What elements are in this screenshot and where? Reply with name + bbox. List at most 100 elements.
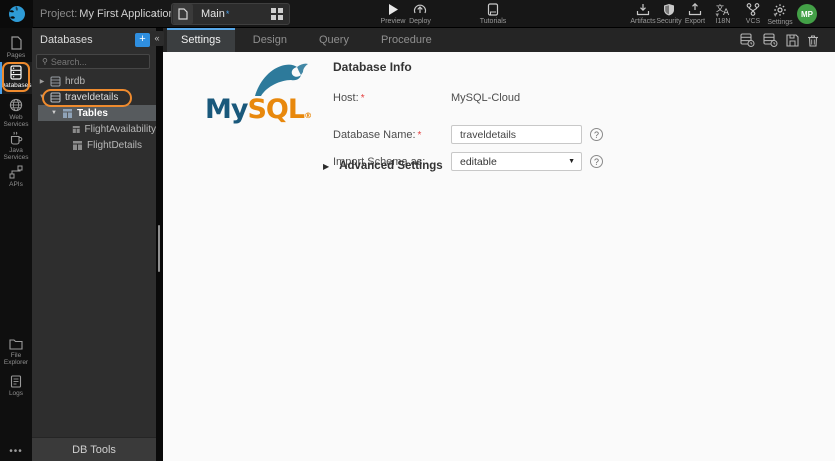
rail-item-databases[interactable]: Databases bbox=[0, 62, 32, 94]
tab-bar: Settings Design Query Procedure bbox=[163, 28, 835, 52]
svg-text:A: A bbox=[723, 8, 730, 16]
rail-label: Java Services bbox=[3, 147, 29, 161]
tree-item-tables[interactable]: ▼ Tables bbox=[38, 105, 156, 121]
logs-icon bbox=[10, 375, 22, 388]
save-icon[interactable] bbox=[786, 33, 799, 47]
expanded-arrow-icon[interactable]: ▼ bbox=[38, 94, 46, 100]
search-icon: ⚲ bbox=[42, 57, 48, 66]
import-schema-select[interactable]: editable ▼ bbox=[451, 152, 582, 171]
collapsed-arrow-icon[interactable]: ▶ bbox=[38, 78, 46, 85]
panel-collapse-button[interactable]: « bbox=[150, 31, 164, 46]
rail-more-button[interactable]: ••• bbox=[0, 446, 32, 457]
database-name-input[interactable] bbox=[451, 125, 582, 144]
mysql-dolphin-icon bbox=[255, 63, 308, 96]
java-services-coffee-icon bbox=[10, 131, 23, 145]
settings-button[interactable]: Settings ▾ bbox=[758, 3, 805, 26]
apis-connector-icon bbox=[9, 165, 23, 179]
import-schema-value: editable bbox=[460, 155, 497, 168]
settings-label: Settings bbox=[767, 19, 793, 26]
search-input[interactable] bbox=[50, 56, 137, 67]
page-icon bbox=[173, 4, 193, 24]
host-label: Host: * bbox=[333, 91, 365, 104]
collapsed-arrow-icon: ▶ bbox=[323, 161, 330, 171]
panel-divider bbox=[156, 28, 163, 461]
add-database-button[interactable]: + bbox=[135, 33, 150, 47]
table-icon bbox=[72, 125, 80, 133]
host-row: Host: * MySQL-Cloud bbox=[333, 88, 663, 107]
left-rail: Pages Databases Web Services Java Servic… bbox=[0, 28, 32, 461]
rail-item-logs[interactable]: Logs bbox=[0, 375, 32, 401]
rail-item-web-services[interactable]: Web Services bbox=[0, 98, 32, 128]
mysql-wordmark: MySQL® bbox=[205, 94, 312, 125]
tables-folder-icon bbox=[63, 108, 72, 118]
database-tree: ▶ hrdb ▼ traveldetails ▼ Tables FlightAv… bbox=[32, 73, 156, 153]
unsaved-indicator: * bbox=[225, 9, 230, 19]
required-marker: * bbox=[417, 129, 422, 141]
advanced-settings-toggle[interactable]: ▶ Advanced Settings bbox=[323, 160, 443, 172]
tab-actions bbox=[740, 28, 835, 52]
web-services-globe-icon bbox=[9, 98, 23, 112]
tree-item-label: Tables bbox=[77, 107, 108, 119]
db-sync-icon[interactable] bbox=[763, 33, 778, 47]
rail-label: Pages bbox=[6, 52, 26, 59]
tree-item-label: traveldetails bbox=[65, 91, 119, 103]
user-avatar[interactable]: MP bbox=[797, 4, 817, 24]
db-tools-button[interactable]: DB Tools bbox=[32, 437, 156, 461]
pages-icon bbox=[10, 36, 22, 50]
database-icon bbox=[50, 76, 61, 86]
databases-panel: Databases + ⚲ ▶ hrdb ▼ bbox=[32, 28, 156, 461]
rail-item-pages[interactable]: Pages bbox=[0, 36, 32, 62]
help-icon[interactable]: ? bbox=[590, 155, 603, 168]
tutorials-label: Tutorials bbox=[479, 18, 507, 25]
deploy-label: Deploy bbox=[409, 18, 431, 25]
app-window: Project: My First Application › Main * P… bbox=[0, 0, 835, 461]
tree-item-flightdetails[interactable]: FlightDetails bbox=[32, 137, 156, 153]
project-label: Project: bbox=[40, 8, 78, 20]
top-bar: Project: My First Application › Main * P… bbox=[0, 0, 835, 28]
required-marker: * bbox=[360, 92, 365, 104]
i18n-translate-icon: 文 A bbox=[716, 3, 730, 16]
tab-procedure[interactable]: Procedure bbox=[367, 28, 446, 52]
tab-design[interactable]: Design bbox=[239, 28, 301, 52]
panel-header: Databases + bbox=[32, 28, 156, 52]
rail-label: File Explorer bbox=[3, 352, 29, 366]
tutorials-button[interactable]: Tutorials bbox=[471, 3, 515, 25]
registered-mark: ® bbox=[304, 111, 312, 120]
tree-item-traveldetails[interactable]: ▼ traveldetails bbox=[32, 89, 156, 105]
tree-item-hrdb[interactable]: ▶ hrdb bbox=[32, 73, 156, 89]
page-selector[interactable]: Main * bbox=[171, 3, 290, 25]
help-icon[interactable]: ? bbox=[590, 128, 603, 141]
page-name: Main bbox=[201, 8, 225, 20]
panel-search[interactable]: ⚲ bbox=[36, 54, 150, 69]
database-name-label: Database Name: * bbox=[333, 128, 422, 141]
rail-item-apis[interactable]: APIs bbox=[0, 165, 32, 191]
rail-label: APIs bbox=[9, 181, 23, 188]
delete-icon[interactable] bbox=[807, 34, 819, 47]
breadcrumb-chevron-icon: › bbox=[153, 6, 157, 20]
scrollbar-thumb[interactable] bbox=[157, 225, 160, 272]
mysql-logo: MySQL® bbox=[205, 62, 335, 132]
mysql-wordmark-sql: SQL bbox=[247, 94, 305, 125]
tutorials-book-icon bbox=[487, 3, 499, 16]
wavemaker-logo-icon bbox=[8, 6, 25, 22]
select-caret-icon: ▼ bbox=[568, 158, 575, 165]
rail-label: Web Services bbox=[3, 114, 29, 128]
db-pull-icon[interactable] bbox=[740, 33, 755, 47]
rail-label: Databases bbox=[0, 82, 32, 89]
tab-query[interactable]: Query bbox=[305, 28, 363, 52]
active-indicator bbox=[0, 62, 2, 94]
databases-icon bbox=[10, 65, 22, 80]
app-logo[interactable] bbox=[0, 0, 33, 28]
grid-view-icon[interactable] bbox=[271, 8, 283, 20]
tree-item-flightavailability[interactable]: FlightAvailability bbox=[32, 121, 156, 137]
table-icon bbox=[73, 140, 82, 150]
tree-item-label: FlightAvailability bbox=[84, 123, 156, 135]
settings-gear-icon bbox=[774, 4, 786, 16]
deploy-button[interactable]: Deploy bbox=[398, 3, 442, 25]
rail-item-file-explorer[interactable]: File Explorer bbox=[0, 338, 32, 370]
i18n-label: I18N bbox=[715, 18, 731, 25]
mysql-wordmark-my: My bbox=[205, 94, 248, 125]
rail-item-java-services[interactable]: Java Services bbox=[0, 131, 32, 161]
tab-settings[interactable]: Settings bbox=[167, 28, 235, 52]
expanded-arrow-icon[interactable]: ▼ bbox=[50, 110, 58, 116]
